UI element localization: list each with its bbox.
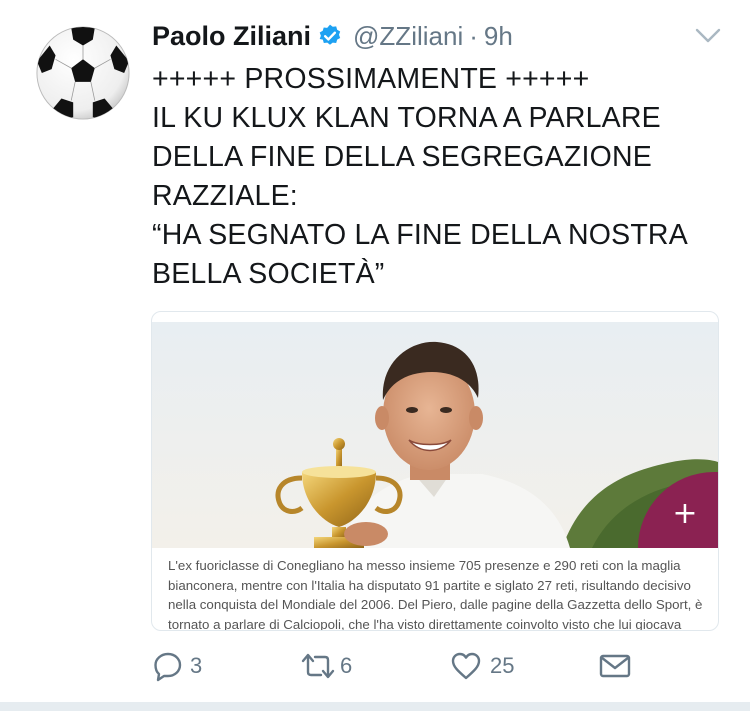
author-name[interactable]: Paolo Ziliani [152,21,311,52]
player-with-trophy-photo [152,322,718,548]
more-options-button[interactable] [692,24,724,48]
retweet-button[interactable]: 6 [300,650,352,682]
divider [0,702,750,711]
separator-dot: · [469,20,478,51]
tweet-text-line: BELLA SOCIETÀ” [152,258,385,290]
tweet-actions: 3 6 25 [0,650,750,690]
avatar[interactable] [34,24,132,122]
author-handle[interactable]: @ZZiliani [353,21,463,52]
tweet-text-line: +++++ PROSSIMAMENTE +++++ [152,63,590,95]
like-button[interactable]: 25 [450,650,514,682]
tweet-text-line: DELLA FINE DELLA SEGREGAZIONE [152,141,652,173]
verified-badge-icon [317,23,343,49]
retweet-count: 6 [340,653,353,678]
soccer-ball-avatar-icon [36,26,130,120]
card-image: + [152,322,718,548]
retweet-icon [301,653,335,679]
tweet-text-line: RAZZIALE: [152,180,298,212]
timestamp[interactable]: 9h [484,21,513,52]
plus-icon: + [672,495,698,531]
like-count: 25 [490,653,515,678]
link-card[interactable]: + L'ex fuoriclasse di Conegliano ha mess… [151,311,719,631]
reply-icon [154,652,182,682]
heart-icon [451,652,481,680]
tweet-text: +++++ PROSSIMAMENTE +++++ IL KU KLUX KLA… [152,60,742,294]
envelope-icon [599,654,631,678]
reply-button[interactable]: 3 [152,650,202,682]
tweet-header: Paolo Ziliani @ZZiliani · 9h [152,16,513,56]
card-caption: L'ex fuoriclasse di Conegliano ha messo … [168,558,703,631]
direct-message-button[interactable] [598,650,632,682]
chevron-down-icon [695,28,721,43]
tweet-text-line: IL KU KLUX KLAN TORNA A PARLARE [152,102,661,134]
tweet-text-line: “HA SEGNATO LA FINE DELLA NOSTRA [152,219,688,251]
reply-count: 3 [190,653,203,678]
